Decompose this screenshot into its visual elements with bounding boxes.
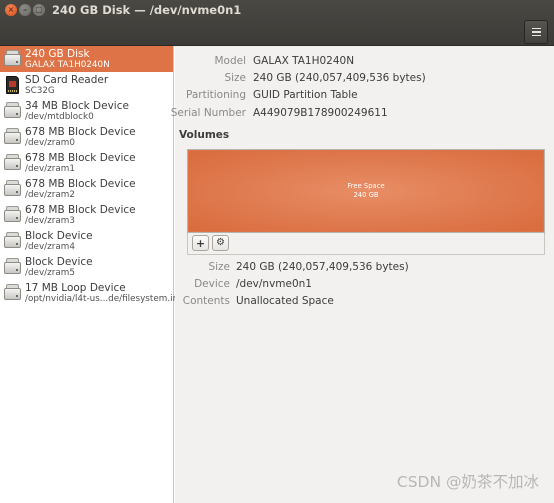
title-bar: × – □ 240 GB Disk — /dev/nvme0n1	[0, 0, 554, 46]
volumes-heading: Volumes	[179, 129, 230, 141]
sidebar-item-zram2[interactable]: 678 MB Block Device /dev/zram2	[0, 176, 173, 202]
sidebar-item-zram0[interactable]: 678 MB Block Device /dev/zram0	[0, 124, 173, 150]
device-subtitle: /dev/zram1	[25, 164, 75, 174]
serial-number-value: A449079B178900249611	[253, 107, 388, 119]
window-title: 240 GB Disk — /dev/nvme0n1	[52, 3, 242, 17]
plus-icon: +	[195, 236, 206, 250]
sidebar-item-sd-card-reader[interactable]: SD Card Reader SC32G	[0, 72, 173, 98]
size-value: 240 GB (240,057,409,536 bytes)	[253, 72, 426, 84]
size-label: Size	[224, 72, 246, 84]
serial-number-label: Serial Number	[170, 107, 246, 119]
sidebar-item-zram4[interactable]: Block Device /dev/zram4	[0, 228, 173, 254]
sidebar-item-zram1[interactable]: 678 MB Block Device /dev/zram1	[0, 150, 173, 176]
volume-size-value: 240 GB (240,057,409,536 bytes)	[236, 261, 409, 273]
hard-disk-icon	[4, 206, 21, 224]
sidebar-item-mtdblock0[interactable]: 34 MB Block Device /dev/mtdblock0	[0, 98, 173, 124]
device-name: 678 MB Block Device	[25, 126, 136, 138]
model-value: GALAX TA1H0240N	[253, 55, 355, 67]
device-name: 678 MB Block Device	[25, 152, 136, 164]
device-subtitle: /dev/zram4	[25, 242, 75, 252]
device-name: Block Device	[25, 230, 93, 242]
sd-card-icon	[4, 76, 21, 94]
device-subtitle: SC32G	[25, 86, 55, 96]
device-subtitle: /dev/zram0	[25, 138, 75, 148]
device-subtitle: /opt/nvidia/l4t-us...de/filesystem.img	[25, 294, 187, 304]
sidebar-item-zram3[interactable]: 678 MB Block Device /dev/zram3	[0, 202, 173, 228]
partitioning-value: GUID Partition Table	[253, 89, 358, 101]
minimize-icon: –	[23, 5, 27, 14]
partitioning-label: Partitioning	[186, 89, 246, 101]
hard-disk-icon	[4, 154, 21, 172]
hard-disk-icon	[4, 258, 21, 276]
contents-value: Unallocated Space	[236, 295, 334, 307]
device-subtitle: /dev/mtdblock0	[25, 112, 94, 122]
device-name: 678 MB Block Device	[25, 204, 136, 216]
hard-disk-icon	[4, 128, 21, 146]
device-subtitle: /dev/zram5	[25, 268, 75, 278]
device-name: 17 MB Loop Device	[25, 282, 126, 294]
free-space-block[interactable]: Free Space 240 GB	[189, 151, 543, 231]
device-subtitle: /dev/zram2	[25, 190, 75, 200]
maximize-icon: □	[35, 5, 43, 14]
volume-toolbar: + ⚙	[187, 233, 545, 255]
device-subtitle: GALAX TA1H0240N	[25, 60, 110, 70]
device-name: 678 MB Block Device	[25, 178, 136, 190]
close-window-button[interactable]: ×	[5, 4, 17, 16]
watermark-text: CSDN @奶茶不加冰	[396, 473, 539, 491]
disk-details-panel: Model GALAX TA1H0240N Size 240 GB (240,0…	[171, 46, 554, 503]
device-subtitle: /dev/zram3	[25, 216, 75, 226]
hamburger-menu-icon	[531, 27, 541, 37]
device-name: Block Device	[25, 256, 93, 268]
sidebar-item-zram5[interactable]: Block Device /dev/zram5	[0, 254, 173, 280]
volume-size-label: Size	[208, 261, 230, 273]
device-value: /dev/nvme0n1	[236, 278, 312, 290]
device-label: Device	[194, 278, 230, 290]
volume-map: Free Space 240 GB	[187, 149, 545, 233]
create-partition-button[interactable]: +	[192, 235, 209, 251]
more-actions-button[interactable]: ⚙	[212, 235, 229, 251]
hard-disk-icon	[4, 284, 21, 302]
device-name: SD Card Reader	[25, 74, 109, 86]
device-name: 240 GB Disk	[25, 48, 90, 60]
menu-button[interactable]	[524, 20, 548, 44]
hard-disk-icon	[4, 232, 21, 250]
close-icon: ×	[7, 5, 15, 14]
maximize-window-button[interactable]: □	[33, 4, 45, 16]
gears-icon: ⚙	[216, 237, 225, 248]
hard-disk-icon	[4, 50, 21, 68]
device-sidebar: 240 GB Disk GALAX TA1H0240N SD Card Read…	[0, 46, 187, 503]
volume-block-size: 240 GB	[353, 191, 379, 199]
sidebar-item-240gb-disk[interactable]: 240 GB Disk GALAX TA1H0240N	[0, 46, 173, 72]
model-label: Model	[214, 55, 246, 67]
contents-label: Contents	[182, 295, 230, 307]
device-name: 34 MB Block Device	[25, 100, 129, 112]
volume-block-name: Free Space	[347, 182, 385, 190]
sidebar-item-loop-device[interactable]: 17 MB Loop Device /opt/nvidia/l4t-us...d…	[0, 280, 187, 306]
hard-disk-icon	[4, 180, 21, 198]
hard-disk-icon	[4, 102, 21, 120]
minimize-window-button[interactable]: –	[19, 4, 31, 16]
